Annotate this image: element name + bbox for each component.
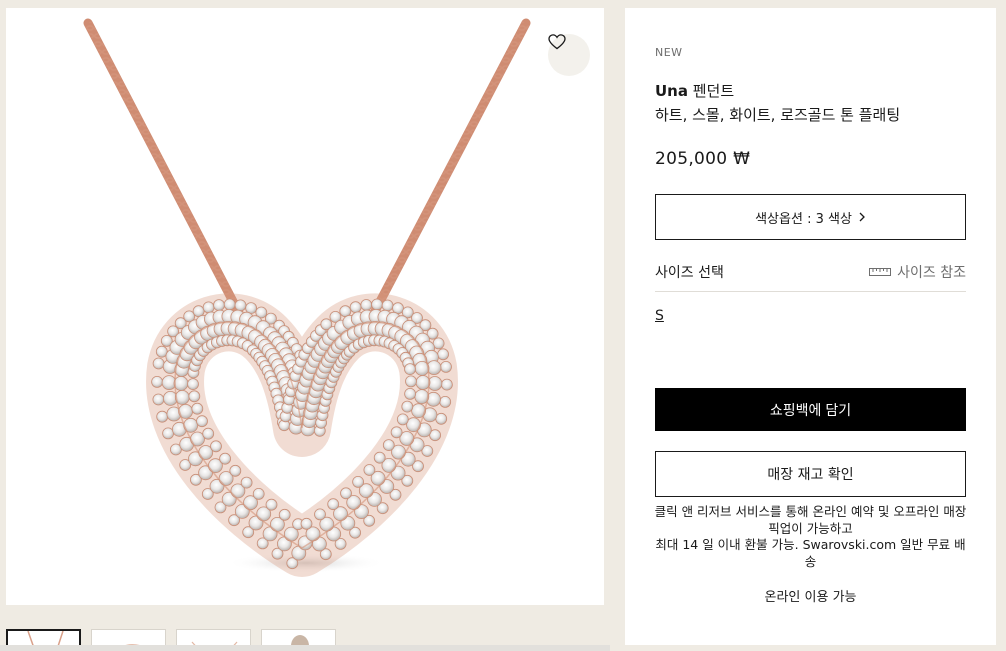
crystal-stone	[381, 299, 394, 312]
crystal-stone	[213, 299, 225, 312]
crystal-stone	[401, 400, 414, 413]
crystal-stone	[314, 508, 326, 521]
crystal-stone	[162, 427, 175, 440]
crystal-stone	[152, 393, 165, 406]
crystal-stone	[191, 402, 204, 415]
crystal-stone	[173, 375, 189, 391]
crystal-stone	[437, 348, 450, 361]
crystal-stone	[440, 378, 453, 391]
crystal-stone	[405, 375, 417, 388]
crystal-stone	[415, 375, 431, 390]
crystal-stone	[439, 395, 452, 408]
chevron-right-icon	[859, 212, 865, 222]
crystal-stone	[202, 427, 215, 440]
crystal-stone	[349, 301, 362, 314]
crystal-stone	[404, 387, 417, 400]
online-availability: 온라인 이용 가능	[764, 590, 857, 605]
scrollbar-track[interactable]	[0, 645, 610, 651]
size-guide-link[interactable]: 사이즈 참조	[869, 262, 966, 282]
crystal-stone	[440, 360, 452, 373]
crystal-stone	[360, 299, 373, 311]
crystal-stone	[188, 390, 201, 403]
product-price: 205,000 ₩	[655, 149, 751, 169]
product-description: 하트, 스몰, 화이트, 로즈골드 톤 플래팅	[655, 106, 901, 124]
crystal-stone	[202, 301, 215, 314]
crystal-stone	[278, 508, 291, 521]
click-reserve-text-2: 최대 14 일 이내 환불 가능. Swarovski.com 일반 무료 배송	[655, 537, 966, 569]
color-option-label: 색상옵션 : 3 색상	[755, 211, 852, 227]
crystal-stone	[229, 464, 242, 477]
crystal-stone	[352, 475, 365, 488]
crystal-stone	[240, 476, 253, 489]
add-to-bag-button[interactable]: 쇼핑백에 담기	[655, 388, 966, 431]
crystal-stone	[156, 410, 169, 423]
ruler-icon	[869, 268, 892, 276]
crystal-stone	[210, 440, 222, 453]
crystal-stone	[327, 498, 340, 511]
product-image	[83, 18, 531, 577]
crystal-stone	[300, 517, 313, 530]
crystal-stone	[396, 413, 409, 426]
crystal-stone	[390, 426, 403, 439]
crystal-stone	[373, 451, 386, 464]
product-title: Una 펜던트	[655, 80, 734, 101]
product-image-panel	[6, 8, 604, 605]
click-reserve-text-1: 클릭 앤 리저브 서비스를 통해 온라인 예약 및 오프라인 매장 픽업이 가능…	[654, 504, 967, 536]
crystal-stone	[340, 487, 352, 500]
product-name: Una	[655, 82, 688, 100]
crystal-stone	[223, 298, 236, 311]
product-type: 펜던트	[687, 82, 735, 100]
crystal-stone	[219, 452, 232, 465]
size-option-s[interactable]: S	[655, 308, 664, 324]
crystal-stone	[152, 357, 165, 370]
crystal-stone	[187, 378, 199, 391]
heart-outline-icon	[548, 34, 566, 50]
size-select-label: 사이즈 선택	[655, 265, 724, 281]
product-info-panel: NEW Una 펜던트 하트, 스몰, 화이트, 로즈골드 톤 플래팅 205,…	[625, 8, 996, 645]
crystal-stone	[252, 487, 265, 500]
crystal-stone	[265, 498, 278, 511]
crystal-stone	[196, 415, 208, 428]
size-selector-row: 사이즈 선택 사이즈 참조	[655, 262, 966, 292]
color-option-button[interactable]: 색상옵션 : 3 색상	[655, 194, 966, 240]
crystal-stone	[435, 412, 448, 425]
crystal-stone	[382, 439, 395, 452]
crystal-stone	[151, 375, 164, 388]
crystal-stone	[404, 363, 416, 376]
crystal-stone	[371, 298, 383, 311]
crystal-stone	[234, 299, 247, 312]
check-store-stock-button[interactable]: 매장 재고 확인	[655, 451, 966, 497]
wishlist-button[interactable]	[548, 34, 590, 76]
click-and-reserve-info: 클릭 앤 리저브 서비스를 통해 온라인 예약 및 오프라인 매장 픽업이 가능…	[653, 504, 968, 570]
size-guide-label: 사이즈 참조	[897, 265, 966, 281]
crystal-stone	[363, 464, 376, 476]
new-badge: NEW	[655, 46, 683, 59]
